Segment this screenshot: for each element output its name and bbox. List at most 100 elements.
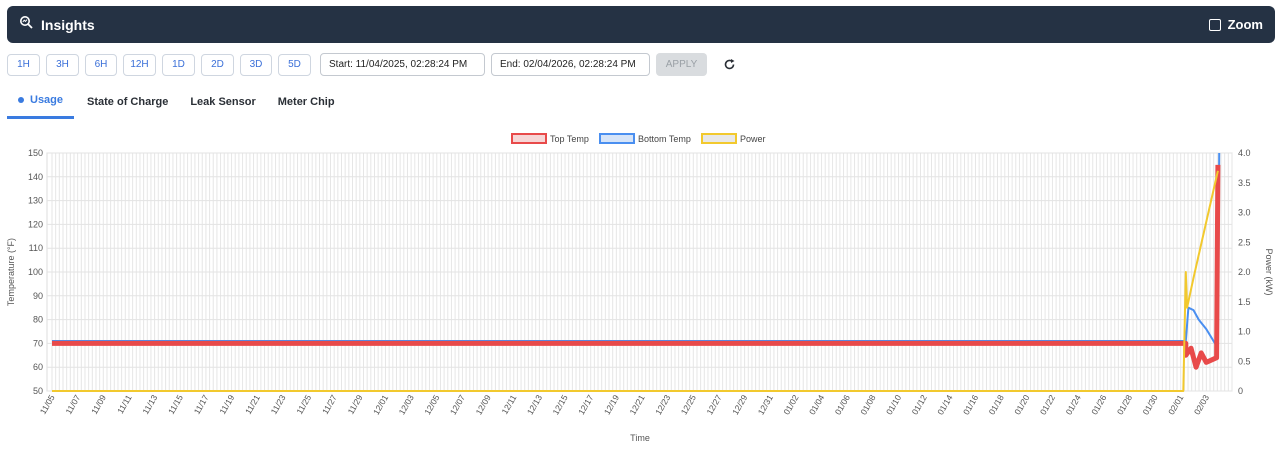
x-tick-label: 11/11 [115, 393, 134, 416]
x-tick-label: 12/17 [576, 393, 595, 417]
apply-button[interactable]: APPLY [656, 53, 707, 76]
x-tick-label: 01/04 [807, 393, 826, 417]
x-tick-label: 12/21 [627, 393, 646, 417]
x-tick-label: 01/08 [858, 393, 877, 417]
x-axis-title: Time [630, 433, 650, 443]
x-tick-label: 11/23 [269, 393, 288, 416]
x-tick-label: 01/28 [1115, 393, 1134, 417]
time-toolbar: 1H 3H 6H 12H 1D 2D 3D 5D Start: 11/04/20… [7, 53, 736, 76]
active-dot-icon [18, 97, 24, 103]
x-tick-label: 12/23 [653, 393, 672, 417]
y-tick-label: 50 [33, 386, 43, 396]
legend-label: Bottom Temp [638, 134, 691, 144]
y2-tick-label: 1.0 [1238, 327, 1251, 337]
insights-icon [19, 15, 33, 34]
y2-tick-label: 1.5 [1238, 297, 1251, 307]
y2-axis-title: Power (kW) [1264, 249, 1274, 296]
legend-label: Top Temp [550, 134, 589, 144]
x-tick-label: 11/13 [140, 393, 159, 416]
x-tick-label: 12/29 [730, 393, 749, 417]
x-tick-label: 01/06 [833, 393, 852, 417]
x-tick-label: 12/03 [397, 393, 416, 417]
start-date-field[interactable]: Start: 11/04/2025, 02:28:24 PM [320, 53, 485, 76]
x-tick-label: 12/05 [422, 393, 441, 417]
legend-swatch [599, 133, 635, 144]
x-tick-label: 01/22 [1038, 393, 1057, 417]
x-tick-label: 12/31 [756, 393, 775, 417]
header-left: Insights [19, 15, 95, 34]
x-tick-label: 11/21 [243, 393, 262, 416]
y2-tick-label: 0 [1238, 386, 1243, 396]
y2-tick-label: 3.0 [1238, 208, 1251, 218]
range-button-5d[interactable]: 5D [278, 53, 311, 76]
y-tick-label: 110 [29, 243, 43, 253]
x-tick-label: 02/01 [1166, 393, 1185, 417]
x-tick-label: 12/11 [499, 393, 518, 416]
y2-tick-label: 4.0 [1238, 148, 1251, 158]
y2-tick-label: 2.5 [1238, 237, 1251, 247]
refresh-icon[interactable] [723, 58, 736, 71]
range-button-3d[interactable]: 3D [240, 53, 272, 76]
x-tick-label: 12/01 [371, 393, 390, 417]
zoom-label: Zoom [1227, 17, 1263, 32]
x-tick-label: 11/05 [38, 393, 57, 416]
x-tick-label: 11/09 [89, 393, 108, 416]
x-tick-label: 01/12 [910, 393, 929, 417]
tab-state-of-charge-label: State of Charge [87, 95, 169, 108]
x-tick-label: 01/18 [987, 393, 1006, 417]
tab-leak-sensor[interactable]: Leak Sensor [179, 84, 266, 119]
range-button-1h[interactable]: 1H [7, 53, 40, 76]
tab-leak-sensor-label: Leak Sensor [190, 95, 256, 108]
y-tick-label: 130 [28, 196, 43, 206]
x-tick-label: 12/25 [679, 393, 698, 417]
range-button-1d[interactable]: 1D [162, 53, 195, 76]
x-tick-label: 01/30 [1140, 393, 1159, 417]
tab-usage-label: Usage [30, 94, 64, 106]
x-tick-label: 12/19 [602, 393, 621, 417]
y2-tick-label: 2.0 [1238, 267, 1251, 277]
x-tick-label: 01/14 [935, 393, 954, 417]
x-tick-label: 01/26 [1089, 393, 1108, 417]
y-tick-label: 120 [28, 219, 43, 229]
x-tick-label: 11/19 [217, 393, 236, 416]
end-date-field[interactable]: End: 02/04/2026, 02:28:24 PM [491, 53, 650, 76]
x-tick-label: 11/27 [320, 393, 339, 416]
y-tick-label: 60 [33, 362, 43, 372]
x-tick-label: 01/02 [781, 393, 800, 417]
y-tick-label: 140 [28, 172, 43, 182]
series-line-bottom-temp [52, 152, 1221, 350]
y-tick-label: 70 [33, 338, 43, 348]
page-title: Insights [41, 16, 95, 33]
range-button-3h[interactable]: 3H [46, 53, 79, 76]
legend-swatch [701, 133, 737, 144]
legend-swatch [511, 133, 547, 144]
range-button-6h[interactable]: 6H [85, 53, 117, 76]
insights-header: Insights Zoom [7, 6, 1275, 43]
x-tick-label: 12/09 [474, 393, 493, 417]
y2-tick-label: 3.5 [1238, 178, 1251, 188]
x-tick-label: 01/20 [1012, 393, 1031, 417]
x-tick-label: 12/07 [448, 393, 467, 417]
x-tick-label: 11/07 [63, 393, 82, 416]
legend-label: Power [740, 134, 766, 144]
x-tick-label: 11/29 [346, 393, 365, 416]
x-tick-label: 12/15 [550, 393, 569, 417]
y-tick-label: 80 [33, 315, 43, 325]
tab-state-of-charge[interactable]: State of Charge [76, 84, 179, 119]
x-tick-label: 01/16 [961, 393, 980, 417]
tab-meter-chip[interactable]: Meter Chip [267, 84, 346, 119]
y-tick-label: 100 [28, 267, 43, 277]
x-tick-label: 01/24 [1064, 393, 1083, 417]
tab-usage[interactable]: Usage [7, 84, 75, 119]
usage-chart: 50 60 70 80 90 100 110 120 130 140 150 0 0.5 1.0 1.5 2.… [6, 133, 1274, 443]
x-tick-label: 02/03 [1192, 393, 1211, 417]
x-tick-label: 11/25 [294, 393, 313, 416]
zoom-checkbox[interactable] [1208, 18, 1221, 31]
range-button-2d[interactable]: 2D [201, 53, 234, 76]
zoom-toggle[interactable]: Zoom [1208, 17, 1263, 32]
x-tick-label: 11/15 [166, 393, 185, 416]
tab-meter-chip-label: Meter Chip [277, 95, 335, 108]
range-button-12h[interactable]: 12H [123, 53, 156, 76]
y-tick-label: 150 [28, 148, 43, 158]
chart-tabs: Usage State of Charge Leak Sensor Meter … [7, 84, 346, 119]
